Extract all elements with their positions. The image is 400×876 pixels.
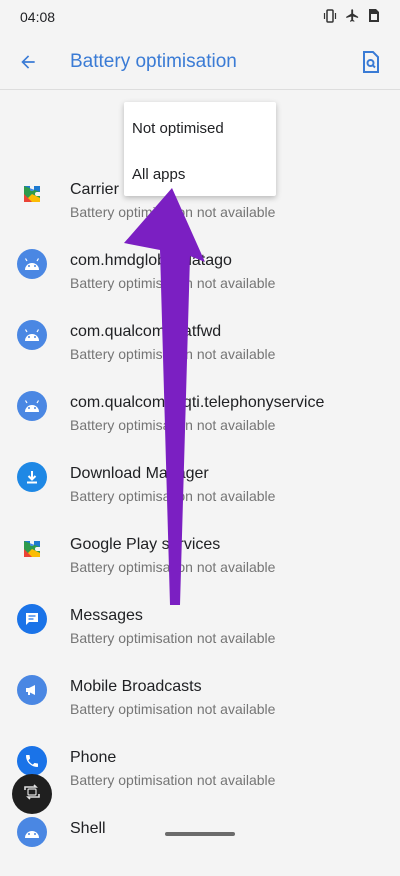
puzzle-icon: [17, 178, 47, 208]
app-status: Battery optimisation not available: [70, 204, 276, 220]
app-status: Battery optimisation not available: [70, 630, 276, 646]
list-item[interactable]: Mobile Broadcasts Battery optimisation n…: [0, 663, 400, 734]
phone-icon: [17, 746, 47, 776]
message-icon: [17, 604, 47, 634]
download-icon: [17, 462, 47, 492]
list-item[interactable]: Phone Battery optimisation not available: [0, 734, 400, 805]
rotate-screen-button[interactable]: [12, 774, 52, 814]
status-bar: 04:08: [0, 0, 400, 34]
menu-item-all-apps[interactable]: All apps: [132, 166, 185, 183]
app-name: Shell: [70, 820, 106, 837]
app-name: Messages: [70, 607, 143, 624]
android-icon: [17, 391, 47, 421]
app-status: Battery optimisation not available: [70, 488, 276, 504]
megaphone-icon: [17, 675, 47, 705]
app-name: Google Play services: [70, 536, 221, 553]
filter-dropdown-menu: Not optimised All apps: [124, 102, 276, 196]
list-item[interactable]: com.hmdglobal.datago Battery optimisatio…: [0, 237, 400, 308]
gesture-nav-handle[interactable]: [165, 832, 235, 836]
android-icon: [17, 249, 47, 279]
menu-item-not-optimised[interactable]: Not optimised: [132, 120, 224, 137]
app-name: com.hmdglobal.datago: [70, 252, 232, 269]
app-list: Carrier Services Battery optimisation no…: [0, 166, 400, 876]
status-time: 04:08: [20, 9, 56, 25]
android-icon: [17, 320, 47, 350]
puzzle-icon: [17, 533, 47, 563]
app-name: com.qualcomm.qti.telephonyservice: [70, 394, 325, 411]
page-title: Battery optimisation: [70, 50, 237, 72]
vibrate-icon: [323, 8, 337, 26]
sim-icon: [368, 8, 380, 26]
list-item[interactable]: Shell: [0, 805, 400, 876]
arrow-back-icon[interactable]: [0, 34, 56, 90]
status-icons: [323, 8, 380, 26]
app-name: com.qualcomm.atfwd: [70, 323, 222, 340]
app-bar: Battery optimisation: [0, 34, 400, 90]
app-status: Battery optimisation not available: [70, 772, 276, 788]
app-status: Battery optimisation not available: [70, 559, 276, 575]
airplane-icon: [345, 8, 360, 26]
search-document-icon[interactable]: [358, 49, 384, 75]
app-status: Battery optimisation not available: [70, 275, 276, 291]
list-item[interactable]: Google Play services Battery optimisatio…: [0, 521, 400, 592]
app-name: Download Manager: [70, 465, 209, 482]
list-item[interactable]: com.qualcomm.atfwd Battery optimisation …: [0, 308, 400, 379]
app-status: Battery optimisation not available: [70, 417, 276, 433]
app-name: Mobile Broadcasts: [70, 678, 202, 695]
app-status: Battery optimisation not available: [70, 346, 276, 362]
app-status: Battery optimisation not available: [70, 701, 276, 717]
rotate-icon: [22, 783, 42, 805]
app-name: Phone: [70, 749, 117, 766]
list-item[interactable]: com.qualcomm.qti.telephonyservice Batter…: [0, 379, 400, 450]
list-item[interactable]: Download Manager Battery optimisation no…: [0, 450, 400, 521]
list-item[interactable]: Messages Battery optimisation not availa…: [0, 592, 400, 663]
